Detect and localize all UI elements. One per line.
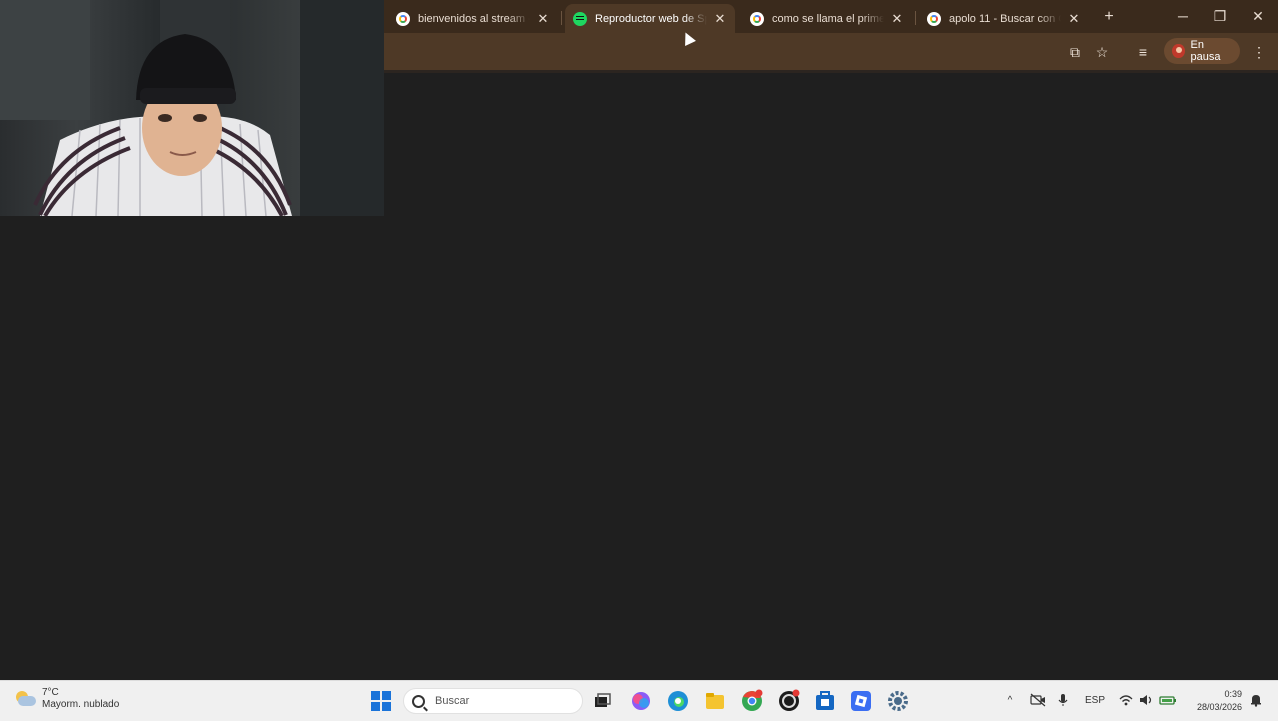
file-explorer-icon[interactable] xyxy=(703,689,727,713)
obs-icon[interactable] xyxy=(777,689,801,713)
language-indicator[interactable]: ESP xyxy=(1083,693,1107,709)
tab-title: apolo 11 - Buscar con Google xyxy=(949,12,1061,25)
settings-icon[interactable] xyxy=(886,689,910,713)
close-icon[interactable]: ✕ xyxy=(1067,11,1081,27)
tab-divider xyxy=(915,11,916,25)
weather-condition: Mayorm. nublado xyxy=(42,699,120,710)
tab-title: bienvenidos al stream - Buscar con Googl… xyxy=(418,12,530,25)
store-icon[interactable] xyxy=(813,689,837,713)
battery-icon[interactable] xyxy=(1158,693,1178,709)
google-icon xyxy=(927,11,941,26)
tab-title: Reproductor web de Spotify xyxy=(595,12,707,25)
new-tab-button[interactable]: + xyxy=(1098,6,1120,28)
page-content-area[interactable] xyxy=(384,73,1278,680)
browser-tab-strip: bienvenidos al stream - Buscar con Googl… xyxy=(384,0,1278,33)
tray-overflow-chevron-icon[interactable]: ^ xyxy=(1003,693,1017,709)
partly-cloudy-icon xyxy=(14,690,36,708)
taskbar-search-box[interactable]: Buscar xyxy=(403,688,583,714)
weather-widget[interactable]: 7°C Mayorm. nublado xyxy=(14,687,119,711)
media-controls-icon[interactable]: ≡ xyxy=(1132,41,1154,63)
chrome-icon[interactable] xyxy=(740,689,764,713)
bookmark-star-icon[interactable]: ☆ xyxy=(1091,41,1113,63)
camera-off-icon[interactable] xyxy=(1029,693,1047,709)
tab-como-se-llama-el-primer-cohete[interactable]: como se llama el primer cohete - Buscar … xyxy=(742,4,912,33)
clock-date: 28/03/2026 xyxy=(1196,702,1242,712)
windows-taskbar: 7°C Mayorm. nublado Buscar ^ ESP 0:39 28… xyxy=(0,680,1278,721)
weather-temperature: 7°C xyxy=(42,687,59,698)
tab-spotify-web-player[interactable]: Reproductor web de Spotify ✕ xyxy=(565,4,735,33)
kebab-menu-icon[interactable]: ⋮ xyxy=(1248,41,1270,63)
minimize-button[interactable]: ─ xyxy=(1165,4,1201,28)
volume-icon[interactable] xyxy=(1138,693,1154,709)
maximize-button[interactable]: ❐ xyxy=(1202,4,1238,28)
search-icon xyxy=(412,694,425,708)
roblox-studio-icon[interactable] xyxy=(849,689,873,713)
webcam-person-image xyxy=(0,0,384,216)
google-icon xyxy=(396,11,410,26)
close-icon[interactable]: ✕ xyxy=(536,11,550,27)
webcam-overlay xyxy=(0,0,384,216)
system-clock[interactable]: 0:39 28/03/2026 xyxy=(1186,688,1242,714)
microphone-icon[interactable] xyxy=(1056,693,1070,709)
start-button[interactable] xyxy=(369,689,393,713)
avatar xyxy=(1172,44,1185,58)
tab-bienvenidos-al-stream[interactable]: bienvenidos al stream - Buscar con Googl… xyxy=(388,4,558,33)
search-placeholder: Buscar xyxy=(435,695,470,707)
copilot-icon[interactable] xyxy=(629,689,653,713)
task-view-icon[interactable] xyxy=(590,689,614,713)
close-icon[interactable]: ✕ xyxy=(713,11,727,27)
browser-toolbar: ⧉ ☆ ≡ En pausa ⋮ xyxy=(384,33,1278,70)
spotify-icon xyxy=(573,11,587,26)
profile-button[interactable]: En pausa xyxy=(1164,38,1240,64)
google-icon xyxy=(750,11,764,26)
notifications-bell-icon[interactable] xyxy=(1248,693,1264,709)
tab-title: como se llama el primer cohete - Buscar … xyxy=(772,12,884,25)
close-icon[interactable]: ✕ xyxy=(890,11,904,27)
edge-icon[interactable] xyxy=(666,689,690,713)
wifi-icon[interactable] xyxy=(1118,693,1134,709)
clock-time: 0:39 xyxy=(1224,689,1242,699)
tab-apolo-11[interactable]: apolo 11 - Buscar con Google ✕ xyxy=(919,4,1089,33)
close-window-button[interactable]: ✕ xyxy=(1240,4,1276,28)
tab-divider xyxy=(561,11,562,25)
cast-icon[interactable]: ⧉ xyxy=(1064,41,1086,63)
profile-status-label: En pausa xyxy=(1190,39,1221,63)
